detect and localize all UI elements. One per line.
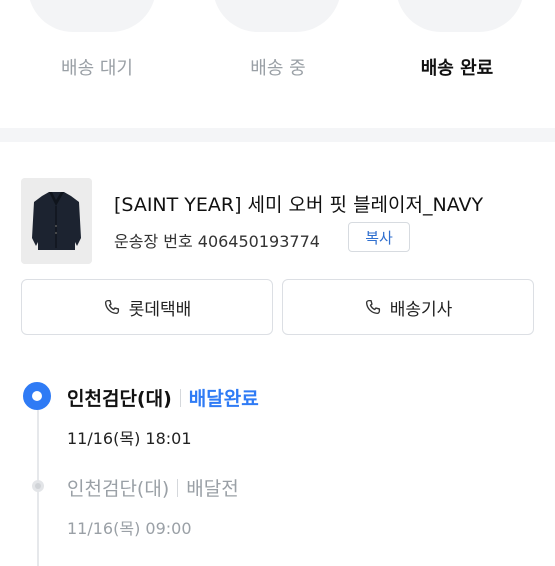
product-thumbnail[interactable]: [21, 178, 92, 264]
event-location: 인천검단(대): [67, 478, 170, 500]
product-title[interactable]: [SAINT YEAR] 세미 오버 핏 블레이저_NAVY: [114, 190, 483, 217]
tab-icon-delivered[interactable]: [396, 0, 524, 32]
phone-icon: [104, 299, 119, 315]
event-status: 배달전: [186, 478, 239, 500]
timeline-event-current: 인천검단(대) 배달완료 11/16(목) 18:01: [67, 384, 259, 449]
courier-call-button[interactable]: 롯데택배: [21, 279, 273, 335]
event-location: 인천검단(대): [67, 388, 172, 410]
tracking-number: 운송장 번호 406450193774: [114, 232, 320, 251]
tab-waiting[interactable]: 배송 대기: [17, 54, 177, 80]
event-status: 배달완료: [188, 388, 259, 410]
event-separator: [179, 389, 181, 407]
copy-button[interactable]: 복사: [348, 222, 410, 252]
tab-shipping[interactable]: 배송 중: [198, 54, 358, 80]
tab-icon-waiting[interactable]: [28, 0, 156, 32]
timeline-dot: [32, 480, 44, 492]
blazer-image: [21, 178, 92, 264]
event-time: 11/16(목) 18:01: [67, 429, 192, 448]
driver-call-button[interactable]: 배송기사: [282, 279, 534, 335]
timeline-event: 인천검단(대) 배달전 11/16(목) 09:00: [67, 474, 239, 539]
section-divider: [0, 128, 555, 142]
timeline-current-dot: [23, 382, 51, 410]
driver-label: 배송기사: [389, 299, 453, 320]
tab-delivered[interactable]: 배송 완료: [377, 54, 537, 80]
delivery-status-tabs: 배송 대기 배송 중 배송 완료: [0, 0, 555, 128]
courier-label: 롯데택배: [128, 299, 192, 320]
tab-icon-shipping[interactable]: [213, 0, 341, 32]
phone-icon: [365, 299, 380, 315]
event-time: 11/16(목) 09:00: [67, 519, 192, 538]
event-separator: [177, 479, 179, 497]
